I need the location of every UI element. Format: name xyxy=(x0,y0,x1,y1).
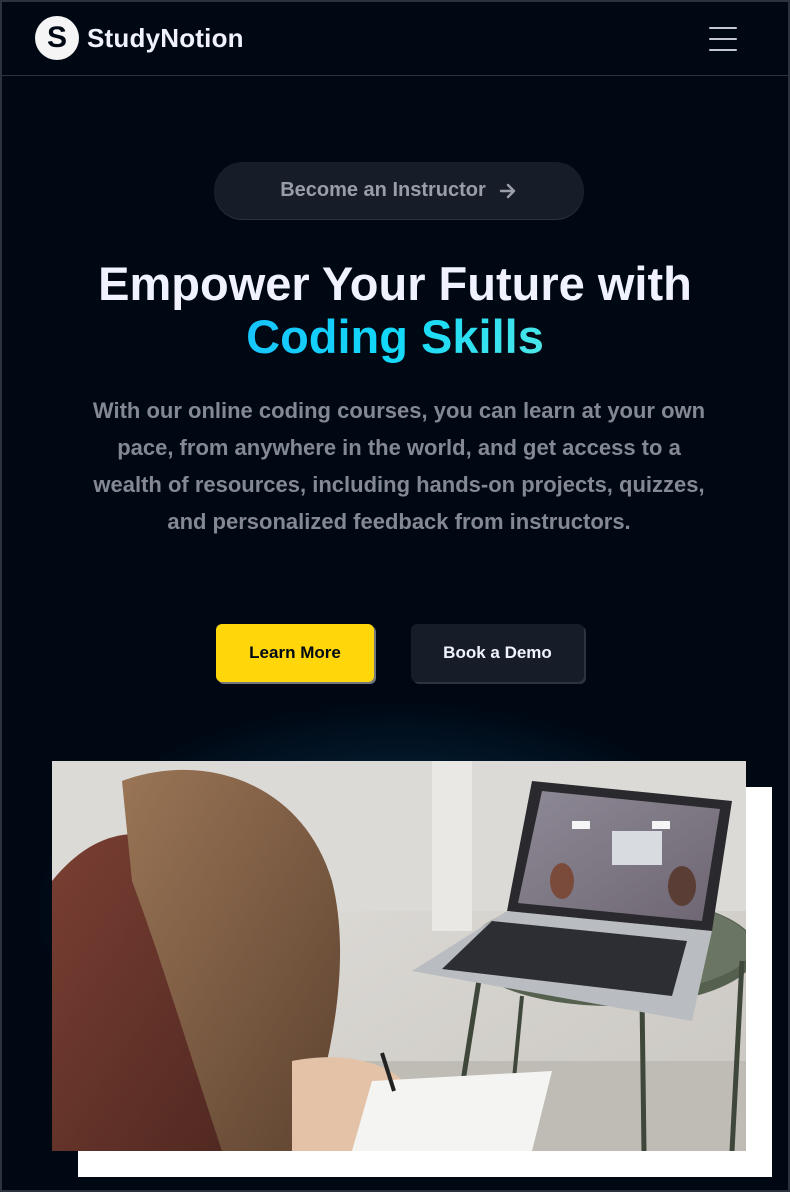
become-instructor-button[interactable]: Become an Instructor xyxy=(214,162,584,219)
hamburger-menu-icon[interactable] xyxy=(709,27,737,53)
hero-description: With our online coding courses, you can … xyxy=(92,398,706,534)
logo-icon: S xyxy=(35,16,79,60)
logo-text: StudyNotion xyxy=(87,22,244,53)
headline-line: Empower Your Future with xyxy=(98,257,692,310)
hero-headline: Empower Your Future with Coding Skills xyxy=(2,257,788,363)
headline-highlight: Coding Skills xyxy=(2,310,788,363)
book-demo-button[interactable]: Book a Demo xyxy=(411,624,584,682)
student-laptop-illustration xyxy=(52,761,746,1151)
arrow-right-icon xyxy=(499,183,515,198)
become-instructor-label: Become an Instructor xyxy=(280,179,486,201)
navbar: S StudyNotion xyxy=(2,2,788,76)
hero-video[interactable] xyxy=(52,761,746,1151)
learn-more-button[interactable]: Learn More xyxy=(216,624,374,682)
logo[interactable]: S StudyNotion xyxy=(35,16,244,60)
